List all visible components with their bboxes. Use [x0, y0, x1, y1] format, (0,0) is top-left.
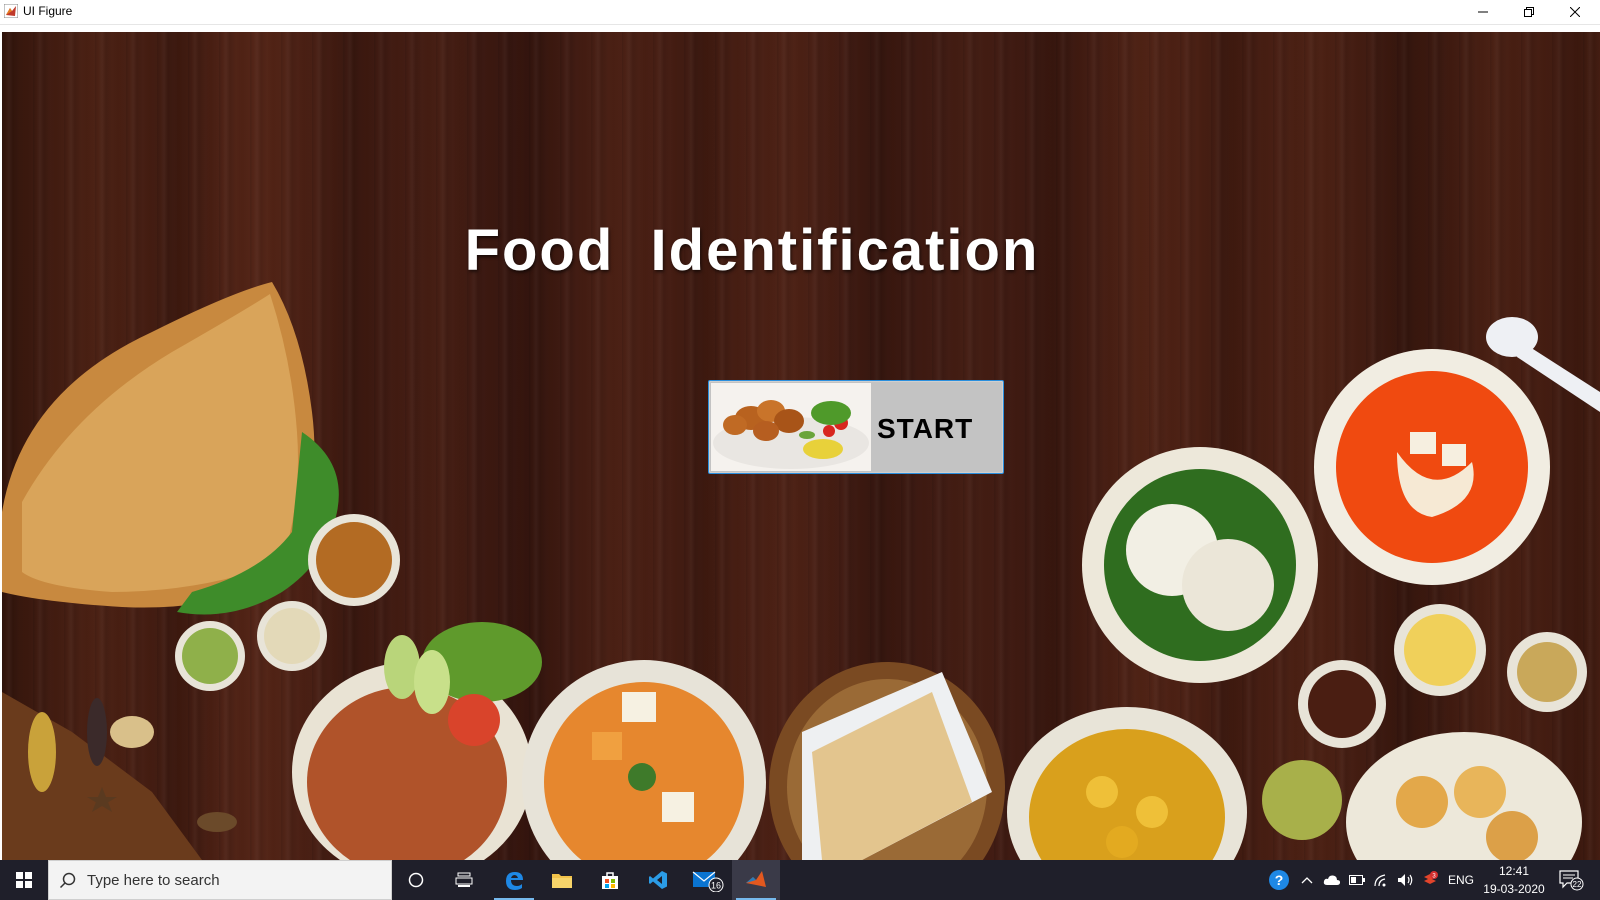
tray-flag-icon: 3 [1424, 871, 1438, 884]
matlab-icon [746, 871, 766, 887]
page-title: Food Identification [464, 218, 1040, 283]
biryani-plate [292, 622, 542, 860]
idli-plate [1082, 447, 1318, 683]
windows-taskbar: Type here to search 16 ? 3 ENG 12:41 19-… [0, 860, 1600, 900]
window-titlebar: UI Figure [0, 0, 1600, 25]
figure-canvas: Food Identification START [2, 32, 1600, 860]
clock-time[interactable]: 12:41 [1482, 864, 1546, 878]
tray-app-button[interactable]: 3 [1418, 860, 1442, 900]
task-view-icon [455, 872, 473, 887]
language-indicator[interactable]: ENG [1446, 860, 1476, 900]
windows-logo-icon [16, 872, 32, 888]
taskbar-store-button[interactable] [586, 860, 634, 900]
search-placeholder: Type here to search [87, 872, 220, 889]
taskbar-file-explorer-button[interactable] [538, 860, 586, 900]
vscode-icon [649, 871, 667, 889]
action-center-button[interactable]: 22 [1556, 860, 1586, 900]
task-view-button[interactable] [440, 860, 488, 900]
aloo-bowl [1007, 707, 1247, 860]
chevron-up-icon [1301, 877, 1313, 884]
onedrive-tray-button[interactable] [1320, 860, 1344, 900]
side-bowls-right [1262, 604, 1587, 860]
mail-icon: 16 [692, 871, 724, 892]
start-button-label: START [877, 413, 974, 444]
folder-icon [552, 874, 572, 888]
taskbar-matlab-button[interactable] [732, 860, 780, 900]
kebab-plate-thumbnail [711, 383, 871, 471]
wifi-icon [1374, 874, 1386, 887]
naan-basket [769, 662, 1005, 860]
taskbar-vscode-button[interactable] [634, 860, 682, 900]
spices-illustration [2, 692, 237, 860]
restore-icon [1524, 7, 1534, 17]
minimize-icon [1478, 11, 1488, 13]
battery-icon [1349, 875, 1365, 885]
edge-icon [506, 872, 523, 890]
dosa-illustration [2, 282, 339, 615]
svg-text:?: ? [1275, 872, 1284, 888]
store-bag-icon [602, 872, 618, 889]
taskbar-edge-button[interactable] [490, 860, 538, 900]
taskbar-search-box[interactable]: Type here to search [48, 860, 392, 900]
volume-tray-button[interactable] [1394, 860, 1418, 900]
paneer-curry-bowl [522, 660, 766, 860]
close-button[interactable] [1552, 0, 1598, 24]
minimize-button[interactable] [1460, 0, 1506, 24]
notification-icon: 22 [1559, 870, 1584, 891]
cortana-circle-icon [408, 872, 424, 888]
tomato-soup-bowl [1314, 317, 1600, 585]
search-icon [59, 872, 76, 889]
show-hidden-icons-button[interactable] [1296, 860, 1318, 900]
help-icon: ? [1269, 870, 1289, 890]
restore-button[interactable] [1506, 0, 1552, 24]
matlab-app-icon [4, 4, 18, 18]
clock-date[interactable]: 19-03-2020 [1478, 882, 1550, 896]
mail-badge-count: 16 [711, 881, 721, 891]
taskbar-mail-button[interactable]: 16 [684, 860, 732, 900]
windows-start-button[interactable] [0, 860, 48, 900]
battery-tray-button[interactable] [1346, 860, 1368, 900]
speaker-icon [1398, 874, 1413, 886]
network-tray-button[interactable] [1370, 860, 1394, 900]
notification-count: 22 [1573, 880, 1582, 889]
cloud-icon [1323, 875, 1341, 885]
window-title: UI Figure [23, 4, 73, 18]
cortana-button[interactable] [392, 860, 440, 900]
help-tray-button[interactable]: ? [1264, 860, 1294, 900]
start-button[interactable]: START [708, 380, 1004, 474]
close-icon [1570, 7, 1580, 17]
